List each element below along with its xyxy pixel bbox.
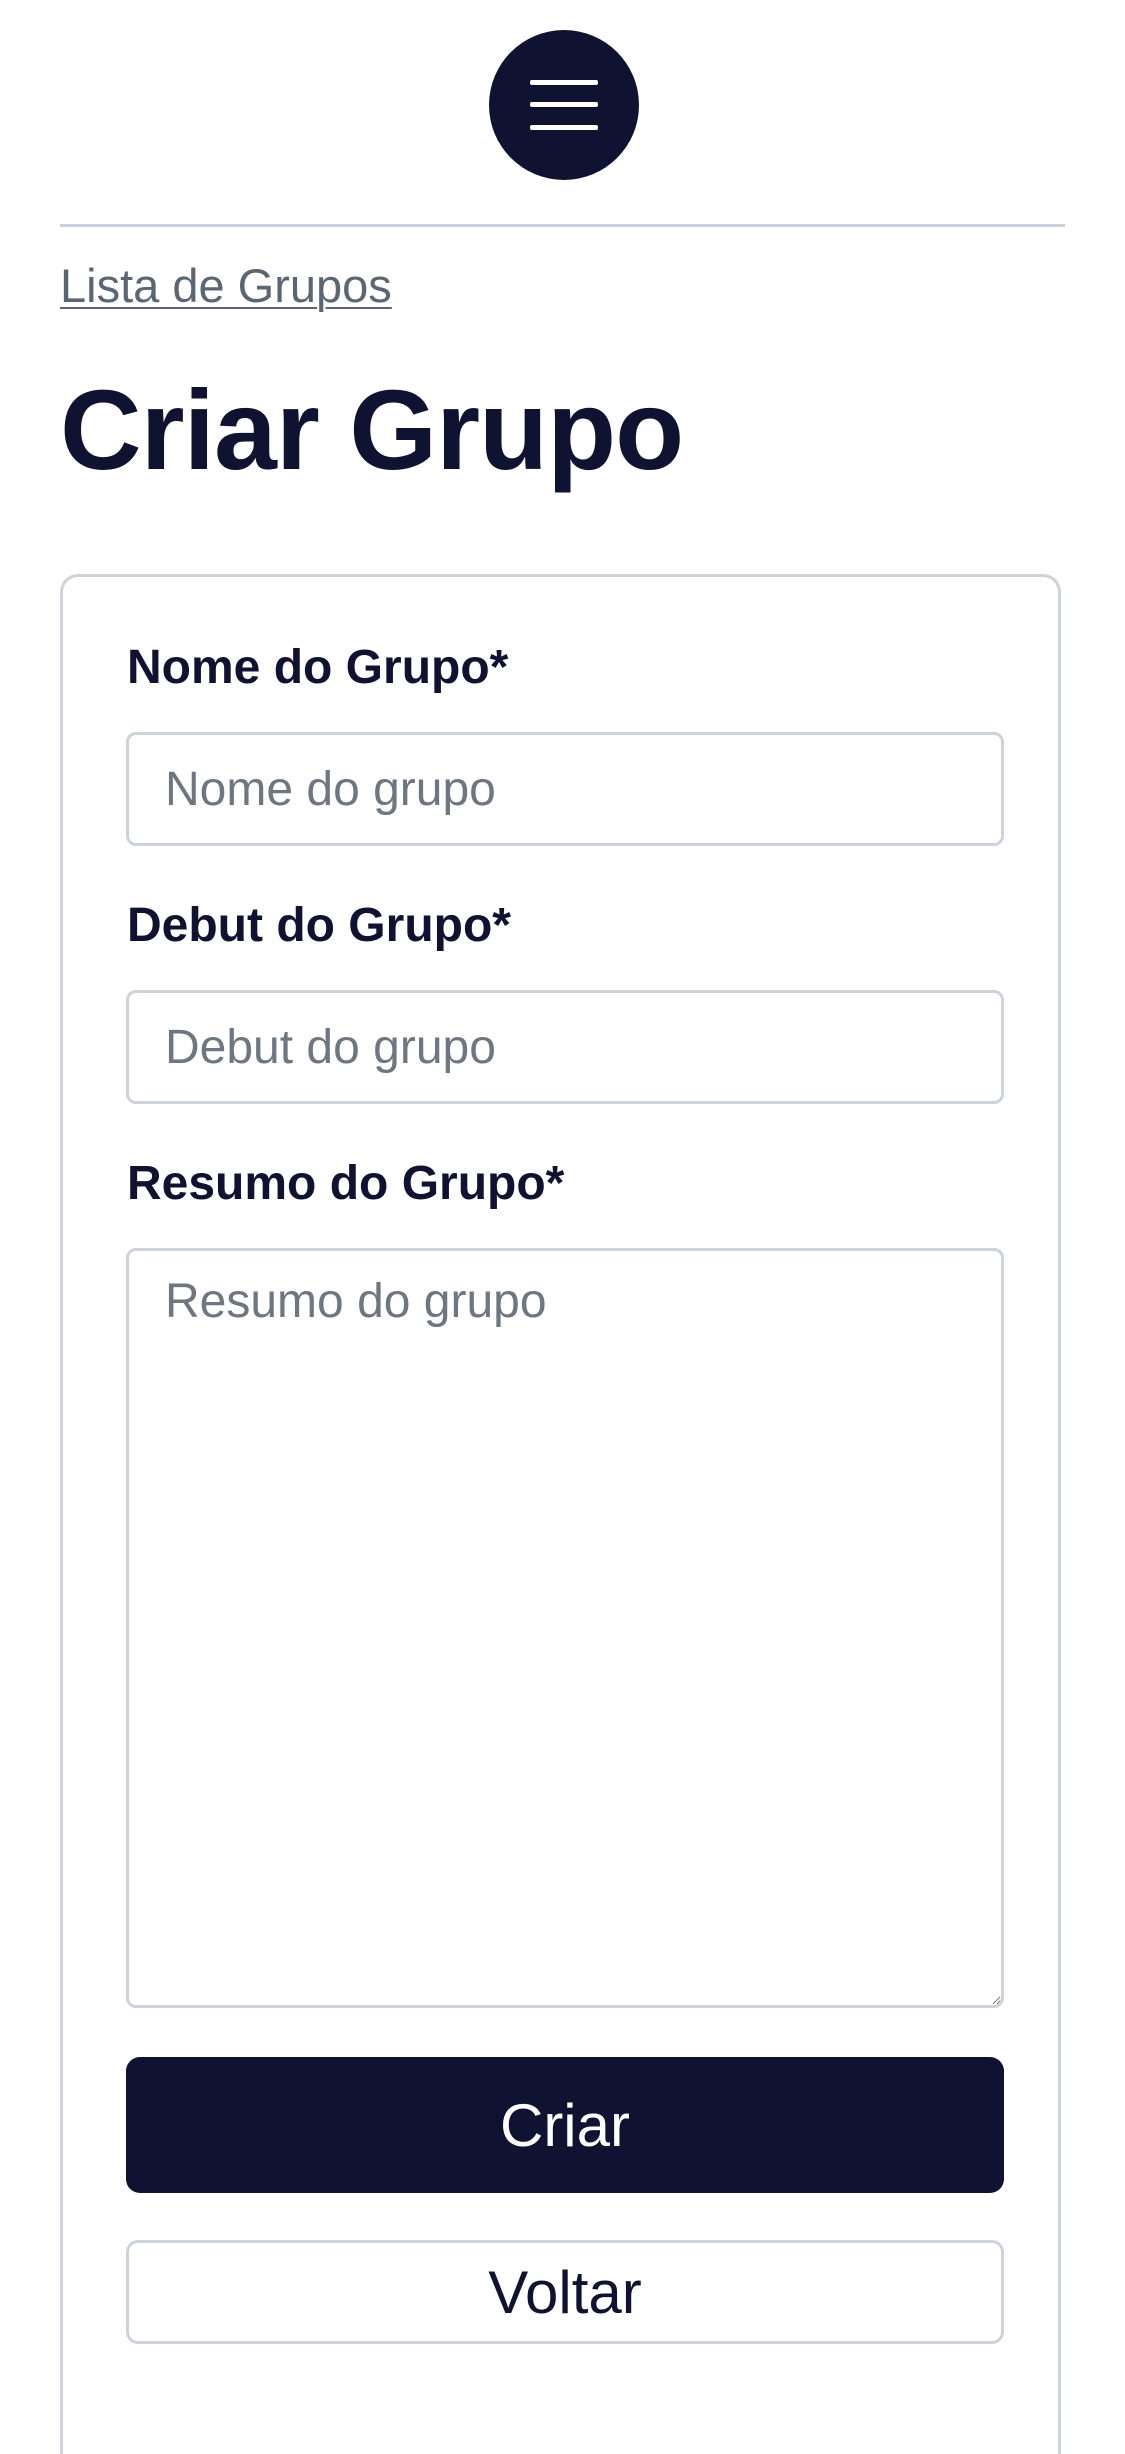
page-title: Criar Grupo (60, 367, 684, 493)
group-debut-label: Debut do Grupo* (127, 899, 511, 952)
group-name-input[interactable] (126, 732, 1004, 846)
menu-button[interactable] (489, 30, 639, 180)
group-summary-label: Resumo do Grupo* (127, 1157, 565, 1210)
header-divider (60, 224, 1065, 227)
group-debut-input[interactable] (126, 990, 1004, 1104)
breadcrumb-group-list-link[interactable]: Lista de Grupos (60, 258, 392, 314)
back-button[interactable]: Voltar (126, 2240, 1004, 2344)
create-group-form: Nome do Grupo* Debut do Grupo* Resumo do… (60, 574, 1061, 2454)
group-name-label: Nome do Grupo* (127, 641, 509, 694)
hamburger-menu-icon (530, 80, 598, 130)
group-summary-textarea[interactable] (126, 1248, 1004, 2008)
create-button[interactable]: Criar (126, 2057, 1004, 2193)
